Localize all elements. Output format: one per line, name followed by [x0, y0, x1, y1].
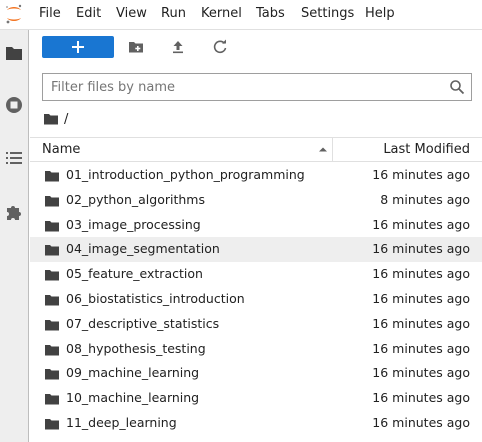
file-last-modified: 16 minutes ago: [372, 340, 470, 356]
file-list-row[interactable]: 06_biostatistics_introduction 16 minutes …: [30, 287, 482, 312]
sort-ascending-icon[interactable]: [318, 146, 328, 152]
folder-icon: [45, 344, 59, 356]
file-name: 07_descriptive_statistics: [66, 315, 220, 331]
file-last-modified: 8 minutes ago: [380, 191, 470, 207]
home-folder-icon[interactable]: [44, 113, 58, 125]
column-header-name[interactable]: Name: [42, 142, 80, 158]
folder-icon: [45, 171, 59, 182]
file-last-modified: 16 minutes ago: [372, 266, 470, 282]
folder-icon: [45, 195, 59, 207]
file-name: 08_hypothesis_testing: [66, 340, 206, 356]
file-list-row[interactable]: 01_introduction_python_programming 16 min…: [30, 163, 482, 188]
activity-bar: [0, 30, 29, 442]
file-last-modified: 16 minutes ago: [372, 290, 470, 306]
extension-icon[interactable]: [4, 202, 24, 222]
file-name: 02_python_algorithms: [66, 191, 205, 207]
folder-icon[interactable]: [4, 43, 24, 63]
file-name: 11_deep_learning: [66, 414, 177, 430]
menu-bar: File Edit View Run Kernel Tabs Settings …: [0, 0, 482, 30]
search-icon: [450, 80, 465, 95]
file-last-modified: 16 minutes ago: [372, 315, 470, 331]
column-divider[interactable]: [332, 138, 333, 161]
folder-icon: [45, 369, 59, 380]
file-list-row[interactable]: 02_python_algorithms 8 minutes ago: [30, 188, 482, 213]
file-name: 04_image_segmentation: [66, 241, 220, 257]
plus-icon: [72, 41, 84, 53]
menu-file[interactable]: File: [39, 6, 61, 22]
file-list-row[interactable]: 11_deep_learning 16 minutes ago: [30, 411, 482, 436]
file-list-row[interactable]: 07_descriptive_statistics 16 minutes ago: [30, 312, 482, 337]
folder-icon: [45, 270, 59, 281]
table-of-contents-icon[interactable]: [4, 148, 24, 168]
menu-kernel[interactable]: Kernel: [201, 6, 242, 22]
folder-icon: [45, 418, 59, 430]
menu-tabs[interactable]: Tabs: [256, 6, 285, 22]
file-browser: / Name Last Modified 01_introduction_pyt…: [30, 30, 482, 442]
file-last-modified: 16 minutes ago: [372, 167, 470, 182]
file-name: 10_machine_learning: [66, 390, 200, 406]
menu-help[interactable]: Help: [365, 6, 395, 22]
new-launcher-button[interactable]: [42, 36, 114, 58]
file-name: 06_biostatistics_introduction: [66, 290, 245, 306]
file-name: 03_image_processing: [66, 216, 201, 232]
file-list: 01_introduction_python_programming 16 min…: [30, 163, 482, 436]
breadcrumb-separator: /: [64, 112, 69, 127]
file-list-row[interactable]: 04_image_segmentation 16 minutes ago: [30, 237, 482, 263]
file-list-header: Name Last Modified: [30, 137, 482, 162]
column-header-last-modified[interactable]: Last Modified: [383, 142, 470, 158]
file-browser-toolbar: [30, 30, 482, 66]
file-last-modified: 16 minutes ago: [372, 365, 470, 381]
file-last-modified: 16 minutes ago: [372, 216, 470, 232]
folder-icon: [45, 294, 59, 306]
new-folder-icon[interactable]: [128, 39, 144, 55]
file-name: 01_introduction_python_programming: [66, 167, 305, 182]
menu-settings[interactable]: Settings: [301, 6, 354, 22]
filter-box: [42, 73, 472, 101]
file-last-modified: 16 minutes ago: [372, 390, 470, 406]
running-icon[interactable]: [4, 95, 24, 115]
menu-view[interactable]: View: [116, 6, 147, 22]
refresh-icon[interactable]: [212, 39, 228, 55]
file-name: 09_machine_learning: [66, 365, 200, 381]
folder-icon: [45, 245, 59, 256]
file-name: 05_feature_extraction: [66, 266, 203, 282]
file-list-row[interactable]: 09_machine_learning 16 minutes ago: [30, 361, 482, 386]
file-last-modified: 16 minutes ago: [372, 414, 470, 430]
file-last-modified: 16 minutes ago: [372, 241, 470, 257]
file-list-row[interactable]: 08_hypothesis_testing 16 minutes ago: [30, 337, 482, 362]
folder-icon: [45, 394, 59, 405]
folder-icon: [45, 220, 59, 232]
file-list-row[interactable]: 05_feature_extraction 16 minutes ago: [30, 262, 482, 287]
file-list-row[interactable]: 03_image_processing 16 minutes ago: [30, 213, 482, 238]
filter-input[interactable]: [51, 78, 431, 96]
file-list-row[interactable]: 10_machine_learning 16 minutes ago: [30, 386, 482, 411]
upload-icon[interactable]: [170, 39, 186, 55]
folder-icon: [45, 319, 59, 331]
menu-run[interactable]: Run: [161, 6, 186, 22]
menu-edit[interactable]: Edit: [76, 6, 101, 22]
jupyter-logo-icon: [6, 4, 22, 24]
